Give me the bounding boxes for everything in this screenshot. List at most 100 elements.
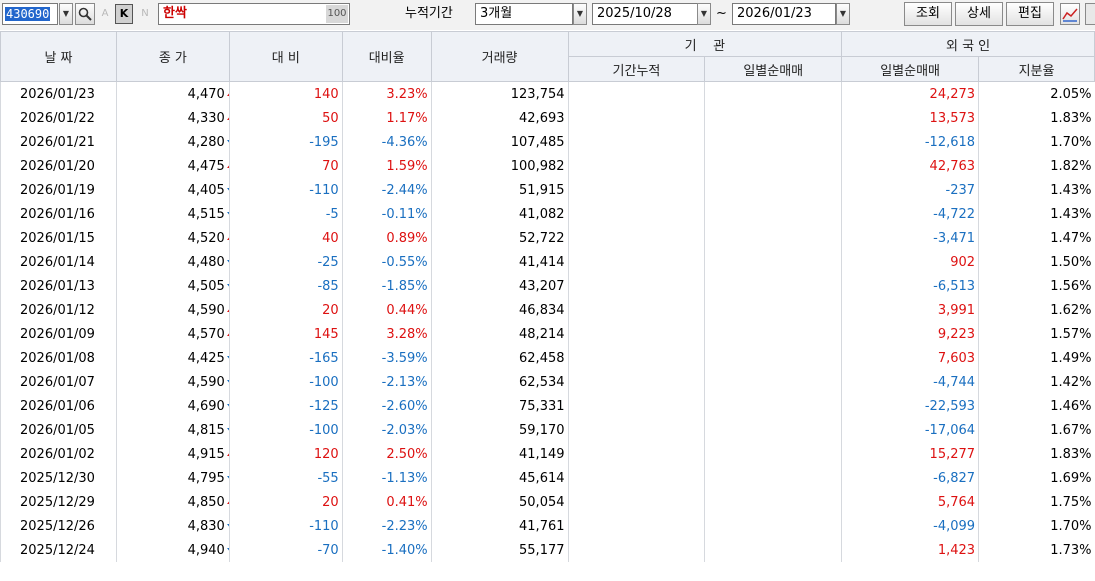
date-cell: 2026/01/16 <box>0 202 117 226</box>
foreign-ratio-cell: 1.67% <box>978 418 1095 442</box>
table-row[interactable]: 2025/12/29 4,850 20 0.41% 50,054 5,764 1.75% <box>0 490 1095 514</box>
date-from-calendar-button[interactable]: ▼ <box>697 3 711 25</box>
foreign-ratio-cell: 1.82% <box>978 154 1095 178</box>
market-a-toggle[interactable]: A <box>98 3 112 25</box>
table-row[interactable]: 2026/01/14 4,480 -25 -0.55% 41,414 902 1.50% <box>0 250 1095 274</box>
volume-cell: 48,214 <box>430 322 569 346</box>
close-cell: 4,405 <box>115 178 230 202</box>
change-cell: -100 <box>228 370 343 394</box>
table-row[interactable]: 2026/01/23 4,470 140 3.23% 123,754 24,273 2.05… <box>0 81 1095 106</box>
foreign-ratio-cell: 1.83% <box>978 442 1095 466</box>
stock-code-dropdown-button[interactable]: ▼ <box>59 3 73 25</box>
up-arrow-icon <box>226 499 230 504</box>
header-close[interactable]: 종 가 <box>115 31 230 82</box>
inst-cumulative-cell <box>567 274 705 298</box>
header-volume[interactable]: 거래량 <box>430 31 569 82</box>
volume-cell: 51,915 <box>430 178 569 202</box>
rate-cell: 1.59% <box>341 154 432 178</box>
foreign-ratio-cell: 1.70% <box>978 514 1095 538</box>
foreign-daily-cell: -3,471 <box>841 226 979 250</box>
period-label: 누적기간 <box>405 6 453 21</box>
inst-daily-cell <box>704 202 842 226</box>
table-row[interactable]: 2026/01/13 4,505 -85 -1.85% 43,207 -6,513 1.56… <box>0 274 1095 298</box>
header-change[interactable]: 대 비 <box>228 31 343 82</box>
close-cell: 4,830 <box>115 514 230 538</box>
table-row[interactable]: 2026/01/16 4,515 -5 -0.11% 41,082 -4,722 1.43% <box>0 202 1095 226</box>
header-foreign-ratio[interactable]: 지분율 <box>978 56 1095 82</box>
table-row[interactable]: 2026/01/07 4,590 -100 -2.13% 62,534 -4,744 1.4… <box>0 370 1095 394</box>
inst-cumulative-cell <box>567 250 705 274</box>
stock-code-input[interactable]: 430690 <box>2 3 58 25</box>
change-cell: -85 <box>228 274 343 298</box>
table-row[interactable]: 2026/01/02 4,915 120 2.50% 41,149 15,277 1.83% <box>0 442 1095 466</box>
period-select[interactable]: 3개월 <box>475 3 573 25</box>
table-row[interactable]: 2026/01/21 4,280 -195 -4.36% 107,485 -12,618 1… <box>0 130 1095 154</box>
inst-daily-cell <box>704 250 842 274</box>
stock-code-value: 430690 <box>5 7 51 21</box>
inst-daily-cell <box>704 370 842 394</box>
date-to-calendar-button[interactable]: ▼ <box>836 3 850 25</box>
table-row[interactable]: 2026/01/20 4,475 70 1.59% 100,982 42,763 1.82% <box>0 154 1095 178</box>
inst-cumulative-cell <box>567 226 705 250</box>
date-to-input[interactable]: 2026/01/23 <box>732 3 836 25</box>
date-cell: 2025/12/24 <box>0 538 117 562</box>
change-cell: 40 <box>228 226 343 250</box>
close-value: 4,330 <box>187 110 225 126</box>
edit-button[interactable]: 편집 <box>1006 2 1054 26</box>
header-rate[interactable]: 대비율 <box>341 31 432 82</box>
more-button[interactable] <box>1085 3 1095 25</box>
market-k-toggle[interactable]: K <box>115 4 133 24</box>
table-row[interactable]: 2025/12/26 4,830 -110 -2.23% 41,761 -4,099 1.7… <box>0 514 1095 538</box>
inst-daily-cell <box>704 106 842 130</box>
search-icon[interactable] <box>75 3 95 25</box>
rate-cell: -4.36% <box>341 130 432 154</box>
inst-cumulative-cell <box>567 322 705 346</box>
search-button[interactable]: 조회 <box>904 2 952 26</box>
date-cell: 2026/01/14 <box>0 250 117 274</box>
market-n-toggle[interactable]: N <box>138 3 152 25</box>
volume-cell: 62,534 <box>430 370 569 394</box>
table-row[interactable]: 2026/01/05 4,815 -100 -2.03% 59,170 -17,064 1.… <box>0 418 1095 442</box>
volume-cell: 123,754 <box>430 81 569 106</box>
rate-cell: 3.23% <box>341 81 432 106</box>
date-range-separator: ~ <box>716 6 727 21</box>
period-dropdown-button[interactable]: ▼ <box>573 3 587 25</box>
table-row[interactable]: 2026/01/08 4,425 -165 -3.59% 62,458 7,603 1.49… <box>0 346 1095 370</box>
table-row[interactable]: 2026/01/12 4,590 20 0.44% 46,834 3,991 1.62% <box>0 298 1095 322</box>
table-row[interactable]: 2025/12/30 4,795 -55 -1.13% 45,614 -6,827 1.69… <box>0 466 1095 490</box>
rate-cell: 3.28% <box>341 322 432 346</box>
table-row[interactable]: 2026/01/09 4,570 145 3.28% 48,214 9,223 1.57% <box>0 322 1095 346</box>
inst-cumulative-cell <box>567 178 705 202</box>
close-value: 4,570 <box>187 326 225 342</box>
table-row[interactable]: 2026/01/06 4,690 -125 -2.60% 75,331 -22,593 1.… <box>0 394 1095 418</box>
header-date[interactable]: 날 짜 <box>0 31 117 82</box>
rate-cell: -2.13% <box>341 370 432 394</box>
foreign-ratio-cell: 1.57% <box>978 322 1095 346</box>
header-foreign-daily[interactable]: 일별순매매 <box>841 56 980 82</box>
up-arrow-icon <box>226 235 230 240</box>
change-cell: -5 <box>228 202 343 226</box>
date-cell: 2026/01/06 <box>0 394 117 418</box>
header-foreign: 외 국 인 <box>841 31 1095 57</box>
close-value: 4,830 <box>187 518 225 534</box>
inst-cumulative-cell <box>567 538 705 562</box>
header-inst-cumulative[interactable]: 기간누적 <box>567 56 706 82</box>
table-row[interactable]: 2026/01/15 4,520 40 0.89% 52,722 -3,471 1.47% <box>0 226 1095 250</box>
close-cell: 4,425 <box>115 346 230 370</box>
detail-button[interactable]: 상세 <box>955 2 1003 26</box>
date-from-input[interactable]: 2025/10/28 <box>592 3 698 25</box>
volume-cell: 62,458 <box>430 346 569 370</box>
down-arrow-icon <box>226 212 230 217</box>
foreign-daily-cell: -237 <box>841 178 979 202</box>
chart-icon[interactable] <box>1060 3 1080 25</box>
table-row[interactable]: 2026/01/19 4,405 -110 -2.44% 51,915 -237 1.43% <box>0 178 1095 202</box>
inst-cumulative-cell <box>567 394 705 418</box>
table-row[interactable]: 2026/01/22 4,330 50 1.17% 42,693 13,573 1.83% <box>0 106 1095 130</box>
table-row[interactable]: 2025/12/24 4,940 -70 -1.40% 55,177 1,423 1.73% <box>0 538 1095 562</box>
inst-daily-cell <box>704 226 842 250</box>
inst-daily-cell <box>704 274 842 298</box>
inst-daily-cell <box>704 130 842 154</box>
header-inst-daily[interactable]: 일별순매매 <box>704 56 843 82</box>
toolbar: 430690 ▼ A K N 한싹 100 누적기간 3개월 ▼ 2025/10/… <box>0 0 1095 30</box>
foreign-daily-cell: -17,064 <box>841 418 979 442</box>
